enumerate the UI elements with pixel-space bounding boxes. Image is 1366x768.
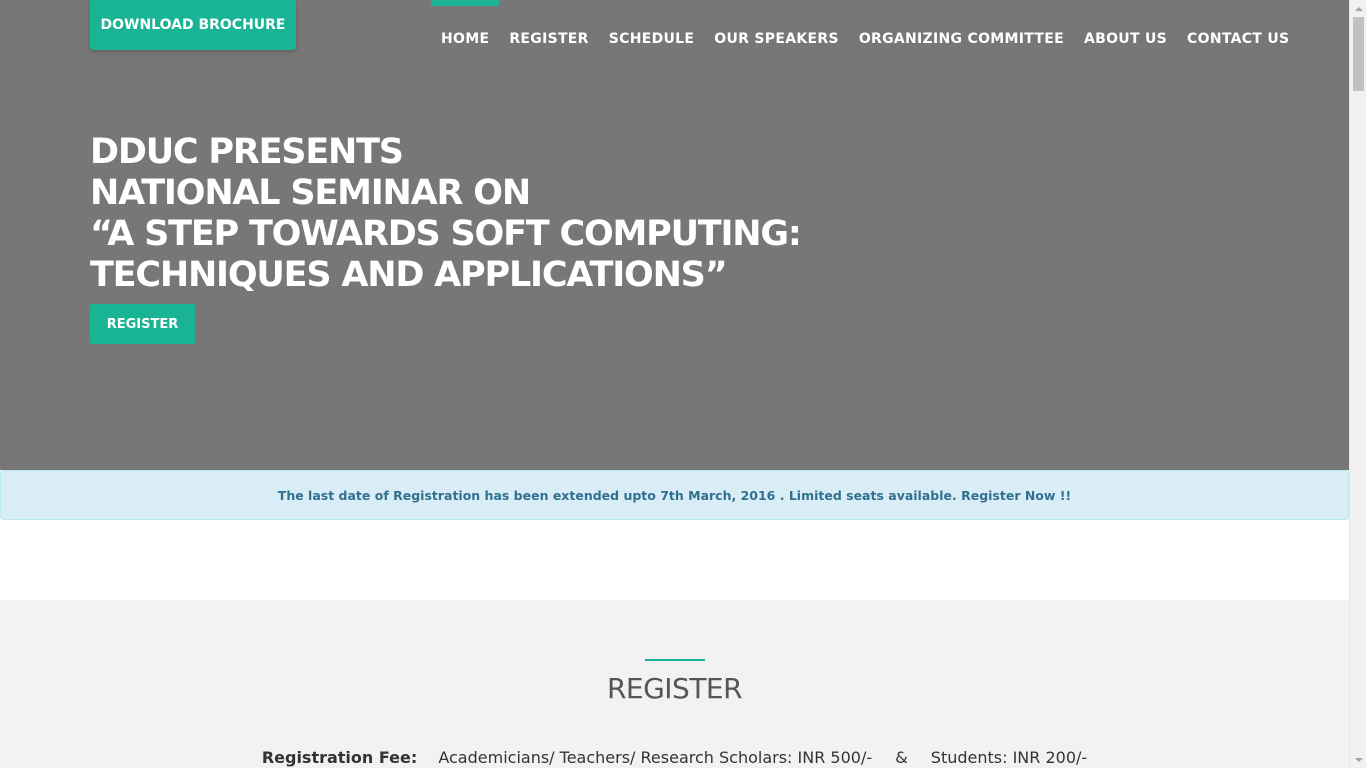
nav-item-schedule[interactable]: SCHEDULE	[599, 0, 705, 60]
vertical-scrollbar[interactable]	[1349, 0, 1366, 768]
hero-title-line: “A STEP TOWARDS SOFT COMPUTING:	[90, 214, 802, 254]
hero-title-line: NATIONAL SEMINAR ON	[90, 173, 531, 213]
hero-title-line: TECHNIQUES AND APPLICATIONS”	[90, 255, 728, 295]
nav-item-organizing-committee[interactable]: ORGANIZING COMMITTEE	[849, 0, 1074, 60]
nav-item-about-us[interactable]: ABOUT US	[1074, 0, 1177, 60]
register-section: REGISTER Registration Fee: Academicians/…	[0, 600, 1349, 768]
register-section-title: REGISTER	[606, 672, 743, 705]
nav-item-register[interactable]: REGISTER	[499, 0, 598, 60]
hero-banner: DOWNLOAD BROCHURE HOME REGISTER SCHEDULE…	[0, 0, 1349, 470]
scroll-up-arrow-icon[interactable]	[1350, 0, 1366, 17]
nav-item-contact-us[interactable]: CONTACT US	[1177, 0, 1299, 60]
hero-title-line: DDUC PRESENTS	[90, 132, 404, 172]
registration-notice: The last date of Registration has been e…	[0, 470, 1349, 520]
fee-separator: &	[895, 748, 908, 767]
main-nav: HOME REGISTER SCHEDULE OUR SPEAKERS ORGA…	[431, 0, 1299, 60]
scroll-down-arrow-icon[interactable]	[1350, 751, 1366, 768]
fee-students: Students: INR 200/-	[930, 748, 1088, 767]
download-brochure-button[interactable]: DOWNLOAD BROCHURE	[90, 0, 296, 50]
hero-title: DDUC PRESENTS NATIONAL SEMINAR ON “A STE…	[90, 132, 850, 296]
section-divider	[645, 659, 705, 661]
page: DOWNLOAD BROCHURE HOME REGISTER SCHEDULE…	[0, 0, 1349, 768]
registration-notice-text: The last date of Registration has been e…	[277, 487, 1072, 503]
registration-fee-label: Registration Fee:	[261, 748, 418, 767]
fee-academicians: Academicians/ Teachers/ Research Scholar…	[438, 748, 873, 767]
registration-fee: Registration Fee: Academicians/ Teachers…	[0, 748, 1349, 767]
hero-register-button[interactable]: REGISTER	[90, 304, 195, 344]
nav-item-home[interactable]: HOME	[431, 0, 500, 60]
nav-item-our-speakers[interactable]: OUR SPEAKERS	[704, 0, 849, 60]
scrollbar-thumb[interactable]	[1353, 17, 1364, 91]
